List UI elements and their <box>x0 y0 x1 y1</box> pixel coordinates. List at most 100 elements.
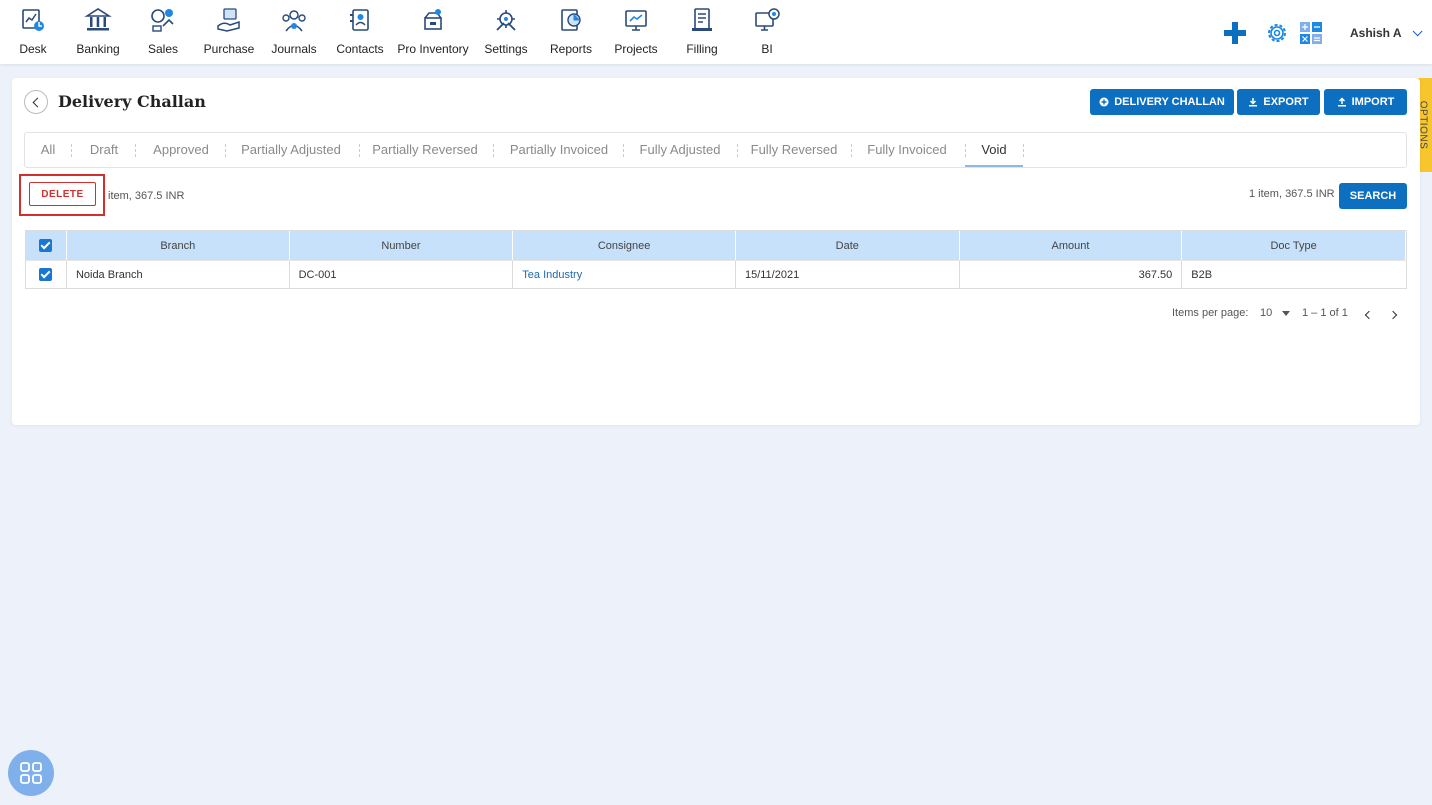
nav-item-banking[interactable]: Banking <box>63 6 133 56</box>
upload-icon <box>1337 97 1346 107</box>
consignee-link[interactable]: Tea Industry <box>522 269 582 281</box>
delivery-challan-table: Branch Number Consignee Date Amount Doc … <box>25 230 1407 289</box>
tab-separator <box>851 144 852 157</box>
table-row[interactable]: Noida Branch DC-001 Tea Industry 15/11/2… <box>26 260 1406 288</box>
back-button[interactable] <box>24 90 48 114</box>
row-select-cell <box>26 261 67 288</box>
select-all-checkbox[interactable] <box>39 239 53 252</box>
nav-item-purchase[interactable]: Purchase <box>194 6 264 56</box>
column-header-branch[interactable]: Branch <box>67 231 290 260</box>
status-tabs: All Draft Approved Partially Adjusted Pa… <box>24 132 1407 168</box>
reports-icon <box>561 9 581 31</box>
nav-item-contacts[interactable]: Contacts <box>325 6 395 56</box>
cell-number: DC-001 <box>290 261 514 288</box>
tab-separator <box>225 144 226 157</box>
chevron-left-icon[interactable] <box>1362 309 1374 321</box>
projects-icon <box>625 10 647 31</box>
page-size-select[interactable]: 10 <box>1260 307 1272 319</box>
nav-label: Filling <box>686 42 718 56</box>
cell-consignee: Tea Industry <box>513 261 736 288</box>
gear-icon[interactable] <box>1264 20 1290 46</box>
nav-item-projects[interactable]: Projects <box>601 6 671 56</box>
add-circle-icon <box>1099 97 1109 107</box>
page-range: 1 – 1 of 1 <box>1302 307 1348 319</box>
user-menu[interactable]: Ashish A <box>1350 26 1423 40</box>
nav-item-pro-inventory[interactable]: Pro Inventory <box>397 6 469 56</box>
nav-label: Contacts <box>336 42 384 56</box>
search-button[interactable]: SEARCH <box>1339 183 1407 209</box>
journals-icon <box>282 10 306 32</box>
column-header-consignee[interactable]: Consignee <box>513 231 736 260</box>
download-icon <box>1249 98 1258 107</box>
cell-doc-type: B2B <box>1191 268 1213 281</box>
nav-label: BI <box>761 42 773 56</box>
cell-amount: 367.50 <box>960 261 1183 288</box>
delete-button[interactable]: DELETE <box>29 182 96 206</box>
import-label: IMPORT <box>1351 96 1395 108</box>
cell-date: 15/11/2021 <box>736 261 960 288</box>
tab-partially-reversed[interactable]: Partially Reversed <box>367 133 483 167</box>
settings-icon <box>496 10 516 31</box>
nav-label: Projects <box>614 42 658 56</box>
table-header: Branch Number Consignee Date Amount Doc … <box>26 231 1406 260</box>
chevron-down-icon <box>1412 26 1423 37</box>
tab-separator <box>71 144 72 157</box>
user-name: Ashish A <box>1350 26 1402 40</box>
tab-fully-invoiced[interactable]: Fully Invoiced <box>859 133 955 167</box>
nav-item-sales[interactable]: Sales <box>128 6 198 56</box>
nav-label: Pro Inventory <box>397 42 469 56</box>
column-header-amount[interactable]: Amount <box>960 231 1183 260</box>
nav-label: Banking <box>76 42 120 56</box>
purchase-icon <box>217 8 240 32</box>
bank-icon <box>84 8 112 31</box>
tab-fully-reversed[interactable]: Fully Reversed <box>745 133 843 167</box>
caret-down-icon[interactable] <box>1282 311 1290 316</box>
top-navigation: Desk Banking Sales Purchase Journals Con… <box>0 0 1432 64</box>
column-header-date[interactable]: Date <box>736 231 960 260</box>
apps-launcher-button[interactable] <box>8 750 54 796</box>
tab-separator <box>359 144 360 157</box>
chevron-right-icon[interactable] <box>1388 309 1400 321</box>
tab-separator <box>737 144 738 157</box>
tab-separator <box>1023 144 1024 157</box>
column-header-doc-type[interactable]: Doc Type <box>1182 231 1406 260</box>
inventory-icon <box>424 9 442 30</box>
main-card: Delivery Challan DELIVERY CHALLAN EXPORT… <box>12 78 1420 425</box>
tab-void[interactable]: Void <box>965 133 1023 167</box>
selection-summary: item, 367.5 INR <box>108 190 185 202</box>
nav-label: Journals <box>271 42 317 56</box>
tab-partially-adjusted[interactable]: Partially Adjusted <box>233 133 349 167</box>
export-button[interactable]: EXPORT <box>1237 89 1320 115</box>
import-button[interactable]: IMPORT <box>1324 89 1407 115</box>
row-checkbox[interactable] <box>39 268 53 281</box>
nav-item-desk[interactable]: Desk <box>0 6 68 56</box>
nav-item-reports[interactable]: Reports <box>536 6 606 56</box>
export-label: EXPORT <box>1263 96 1309 108</box>
nav-label: Settings <box>484 42 528 56</box>
desk-icon <box>22 9 44 31</box>
cell-branch: Noida Branch <box>67 261 290 288</box>
plus-icon[interactable] <box>1222 20 1248 46</box>
tab-approved[interactable]: Approved <box>145 133 217 167</box>
tab-partially-invoiced[interactable]: Partially Invoiced <box>501 133 617 167</box>
page-title: Delivery Challan <box>58 92 206 111</box>
calculator-icon[interactable] <box>1299 21 1323 45</box>
tab-separator <box>135 144 136 157</box>
column-header-number[interactable]: Number <box>290 231 514 260</box>
new-delivery-challan-label: DELIVERY CHALLAN <box>1114 96 1225 108</box>
tab-separator <box>493 144 494 157</box>
filling-icon <box>692 8 712 31</box>
tab-draft[interactable]: Draft <box>81 133 127 167</box>
nav-item-filling[interactable]: Filling <box>667 6 737 56</box>
nav-label: Purchase <box>203 42 255 56</box>
bi-icon <box>755 8 780 31</box>
nav-item-bi[interactable]: BI <box>732 6 802 56</box>
grid-icon <box>20 762 42 784</box>
nav-item-journals[interactable]: Journals <box>259 6 329 56</box>
sales-icon <box>151 9 174 32</box>
tab-fully-adjusted[interactable]: Fully Adjusted <box>631 133 729 167</box>
new-delivery-challan-button[interactable]: DELIVERY CHALLAN <box>1090 89 1234 115</box>
nav-item-settings[interactable]: Settings <box>471 6 541 56</box>
items-per-page-label: Items per page: <box>1172 307 1249 319</box>
tab-all[interactable]: All <box>33 133 63 167</box>
